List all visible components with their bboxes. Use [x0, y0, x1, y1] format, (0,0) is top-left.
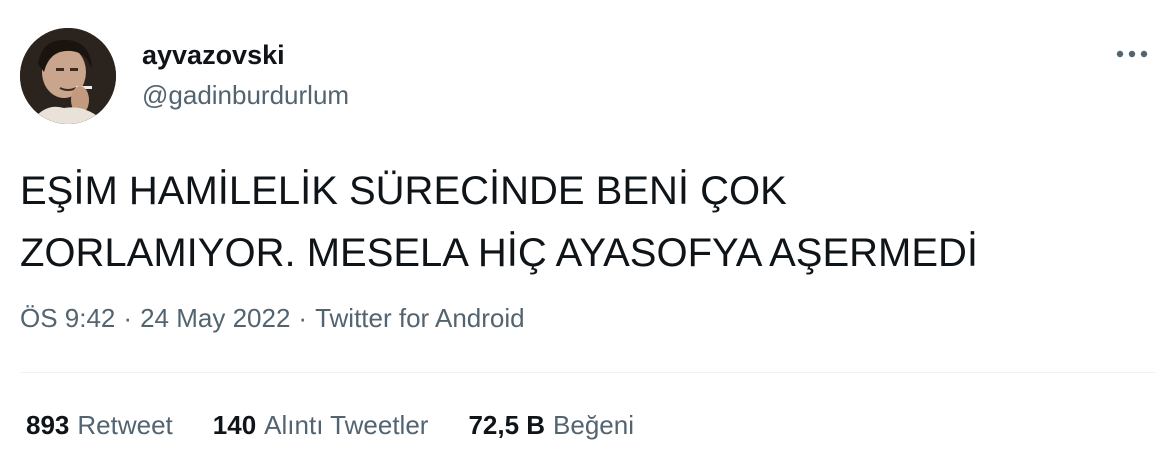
more-horizontal-icon: [1116, 50, 1148, 58]
tweet-text: EŞİM HAMİLELİK SÜRECİNDE BENİ ÇOK ZORLAM…: [20, 160, 1140, 284]
like-count: 72,5 B: [468, 410, 546, 440]
retweet-label: Retweet: [77, 410, 173, 440]
retweet-count: 893: [26, 410, 70, 440]
profile-photo-icon: [20, 28, 116, 124]
quote-tweets-stat[interactable]: 140 Alıntı Tweetler: [213, 410, 429, 441]
tweet-text-line: ZORLAMIYOR. MESELA HİÇ AYASOFYA AŞERMEDİ: [20, 231, 979, 275]
divider: [20, 372, 1156, 373]
meta-separator: ·: [123, 303, 133, 333]
tweet-time[interactable]: ÖS 9:42: [20, 303, 115, 334]
quote-count: 140: [212, 410, 257, 440]
avatar[interactable]: [20, 28, 116, 124]
tweet-text-line: EŞİM HAMİLELİK SÜRECİNDE BENİ ÇOK: [20, 169, 787, 213]
retweets-stat[interactable]: 893 Retweet: [26, 410, 173, 441]
user-handle[interactable]: @gadinburdurlum: [142, 80, 349, 111]
quote-label: Alıntı Tweetler: [264, 410, 429, 440]
likes-stat[interactable]: 72,5 B Beğeni: [468, 410, 634, 441]
tweet-date[interactable]: 24 May 2022: [140, 303, 290, 334]
tweet-stats: 893 Retweet 140 Alıntı Tweetler 72,5 B B…: [26, 410, 674, 441]
tweet-meta: ÖS 9:42 · 24 May 2022 · Twitter for Andr…: [20, 303, 525, 334]
display-name[interactable]: ayvazovski: [142, 40, 285, 71]
more-options-button[interactable]: [1112, 40, 1152, 68]
tweet-source[interactable]: Twitter for Android: [315, 303, 525, 334]
meta-separator: ·: [298, 303, 308, 333]
like-label: Beğeni: [553, 410, 635, 440]
